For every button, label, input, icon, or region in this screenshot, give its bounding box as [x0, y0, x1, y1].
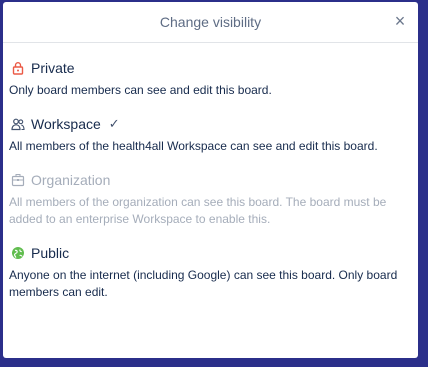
option-organization-description: All members of the organization can see … [9, 195, 387, 226]
close-icon[interactable]: × [390, 11, 410, 31]
option-public-title: Public [9, 244, 412, 262]
option-workspace-label: Workspace [31, 116, 101, 132]
visibility-options: Private Only board members can see and e… [3, 59, 418, 301]
users-icon [11, 117, 25, 131]
lock-icon [11, 61, 25, 75]
option-public-description: Anyone on the internet (including Google… [9, 268, 398, 299]
option-organization-title: Organization [9, 171, 412, 189]
globe-icon [11, 246, 25, 260]
option-private-description: Only board members can see and edit this… [9, 83, 272, 97]
option-public-label: Public [31, 245, 70, 261]
option-private[interactable]: Private Only board members can see and e… [9, 59, 412, 99]
dialog-header: Change visibility × [3, 2, 418, 43]
check-icon: ✓ [108, 116, 120, 131]
option-organization-label: Organization [31, 172, 111, 188]
visibility-dialog: Change visibility × Private Only board m… [3, 2, 418, 358]
option-private-title: Private [9, 59, 412, 77]
option-organization: Organization All members of the organiza… [9, 171, 412, 228]
option-private-label: Private [31, 60, 75, 76]
option-public[interactable]: Public Anyone on the internet (including… [9, 244, 412, 301]
building-icon [11, 173, 25, 187]
option-workspace[interactable]: Workspace ✓ All members of the health4al… [9, 115, 412, 155]
option-workspace-title: Workspace ✓ [9, 115, 412, 133]
option-workspace-description: All members of the health4all Workspace … [9, 139, 378, 153]
dialog-title: Change visibility [159, 14, 262, 30]
